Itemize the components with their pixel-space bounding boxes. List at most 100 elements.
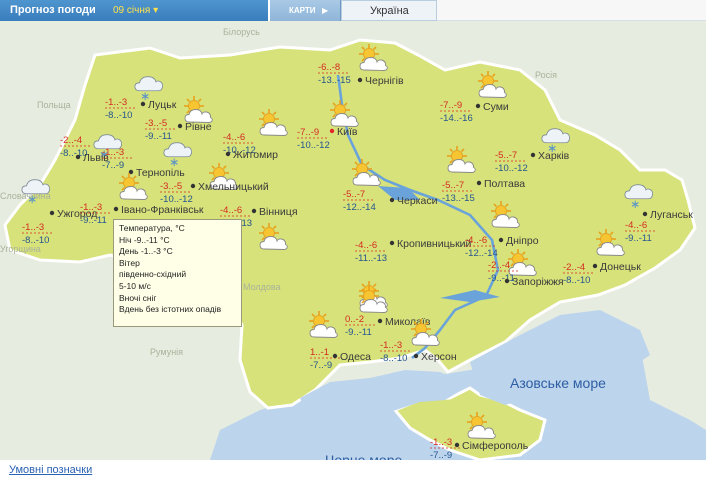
day-temp: -9..-11 <box>145 131 172 142</box>
chevron-down-icon[interactable]: ▾ <box>153 5 158 16</box>
city-name[interactable]: Полтава <box>484 178 525 190</box>
tooltip-line: Ніч -9..-11 °C <box>119 234 170 245</box>
tab-maps-label[interactable]: КАРТИ <box>289 6 316 15</box>
city-dot[interactable] <box>642 211 648 217</box>
city-dot[interactable] <box>225 151 231 157</box>
city-dot[interactable] <box>475 103 481 109</box>
city-name[interactable]: Житомир <box>233 149 278 161</box>
legend-link[interactable]: Умовні позначки <box>9 464 92 476</box>
city-name[interactable]: Хмельницький <box>198 181 269 193</box>
tab-region-label[interactable]: Україна <box>370 5 409 17</box>
city-dot[interactable] <box>504 278 510 284</box>
city-name[interactable]: Рівне <box>185 121 212 133</box>
night-temp: -1..-3 <box>102 147 124 158</box>
city-name[interactable]: Харків <box>538 150 570 162</box>
day-temp: -7..-9 <box>310 360 332 371</box>
city-name[interactable]: Київ <box>337 126 358 138</box>
night-temp: 0..-2 <box>345 314 364 325</box>
tooltip-line: 5-10 м/с <box>119 280 151 291</box>
night-temp: -5..-7 <box>442 180 464 191</box>
day-temp: -8..-10 <box>563 275 590 286</box>
neighbor-label: Росія <box>535 70 557 80</box>
day-temp: -7..-9 <box>430 450 452 460</box>
tooltip-line: День -1..-3 °C <box>119 246 173 257</box>
city-dot[interactable] <box>476 180 482 186</box>
city-dot[interactable] <box>389 197 395 203</box>
city-dot[interactable] <box>251 208 257 214</box>
day-temp: -12..-14 <box>343 202 376 213</box>
day-temp: -10..-12 <box>495 163 528 174</box>
day-temp: -8..-10 <box>22 235 49 246</box>
weather-tooltip: Температура, °C Ніч -9..-11 °C День -1..… <box>113 219 242 327</box>
city-name[interactable]: Дніпро <box>506 235 539 247</box>
city-name[interactable]: Херсон <box>421 351 457 363</box>
day-temp: -14..-16 <box>440 113 473 124</box>
city-name[interactable]: Запоріжжя <box>512 276 564 288</box>
city-dot[interactable] <box>140 101 146 107</box>
top-bar: Прогноз погоди 09 січня ▾ КАРТИ ▶ Україн… <box>0 0 706 21</box>
city-dot[interactable] <box>413 353 419 359</box>
city-dot[interactable] <box>329 128 335 134</box>
city-name[interactable]: Тернопіль <box>136 167 185 179</box>
city-dot[interactable] <box>177 123 183 129</box>
day-temp: -13..-15 <box>442 193 475 204</box>
city-name[interactable]: Луцьк <box>148 99 177 111</box>
date-selector[interactable]: 09 січня ▾ <box>113 5 158 16</box>
city-name[interactable]: Івано-Франківськ <box>121 204 204 216</box>
city-dot[interactable] <box>498 237 504 243</box>
city-dot[interactable] <box>75 154 81 160</box>
city-name[interactable]: Черкаси <box>397 195 438 207</box>
tab-maps[interactable]: КАРТИ ▶ <box>270 0 341 21</box>
neighbor-label: Молдова <box>243 282 281 292</box>
city-name[interactable]: Донецьк <box>600 261 641 273</box>
tooltip-line: Вітер <box>119 257 140 268</box>
city-dot[interactable] <box>454 442 460 448</box>
day-temp: -8..-10 <box>380 353 407 364</box>
city-dot[interactable] <box>113 206 119 212</box>
city-dot[interactable] <box>377 318 383 324</box>
play-arrow-icon[interactable]: ▶ <box>322 6 328 15</box>
sea-label-black: Чорне море <box>325 452 403 460</box>
day-temp: -8..-10 <box>105 110 132 121</box>
day-temp: -10..-12 <box>297 140 330 151</box>
night-temp: -2..-4 <box>488 260 510 271</box>
page-title: Прогноз погоди <box>10 4 96 16</box>
tooltip-line: південно-східний <box>119 269 187 280</box>
night-temp: -4..-6 <box>625 220 647 231</box>
night-temp: -2..-4 <box>563 262 585 273</box>
city-dot[interactable] <box>592 263 598 269</box>
city-name[interactable]: Суми <box>483 101 509 113</box>
city-dot[interactable] <box>357 77 363 83</box>
day-temp: -12..-14 <box>465 248 498 259</box>
day-temp: -9..-11 <box>625 233 652 244</box>
city-name[interactable]: Чернігів <box>365 75 404 87</box>
date-label[interactable]: 09 січня <box>113 5 150 16</box>
day-temp: -11..-13 <box>355 253 387 264</box>
city-dot[interactable] <box>332 353 338 359</box>
night-temp: -7..-9 <box>440 100 462 111</box>
night-temp: -1..-3 <box>80 202 102 213</box>
day-temp: -7..-9 <box>102 160 124 171</box>
night-temp: 1..-1 <box>310 347 329 358</box>
city-name[interactable]: Сімферополь <box>462 440 529 452</box>
day-temp: -9..-11 <box>345 327 372 338</box>
night-temp: -3..-5 <box>160 181 182 192</box>
city-name[interactable]: Кропивницький <box>397 238 472 250</box>
neighbor-label: Румунія <box>150 347 183 357</box>
night-temp: -3..-5 <box>145 118 167 129</box>
night-temp: -4..-6 <box>355 240 377 251</box>
tooltip-line: Вдень без істотних опадів <box>119 304 222 315</box>
city-dot[interactable] <box>389 240 395 246</box>
tab-region[interactable]: Україна <box>341 0 437 21</box>
city-dot[interactable] <box>530 152 536 158</box>
night-temp: -6..-8 <box>318 62 340 73</box>
city-dot[interactable] <box>190 183 196 189</box>
city-name[interactable]: Одеса <box>340 351 371 363</box>
header-filler <box>437 0 706 21</box>
city-name[interactable]: Луганськ <box>650 209 693 221</box>
sea-label-azov: Азовське море <box>510 375 606 391</box>
city-dot[interactable] <box>49 210 55 216</box>
night-temp: -5..-7 <box>343 189 365 200</box>
city-name[interactable]: Вінниця <box>259 206 298 218</box>
night-temp: -5..-7 <box>495 150 517 161</box>
